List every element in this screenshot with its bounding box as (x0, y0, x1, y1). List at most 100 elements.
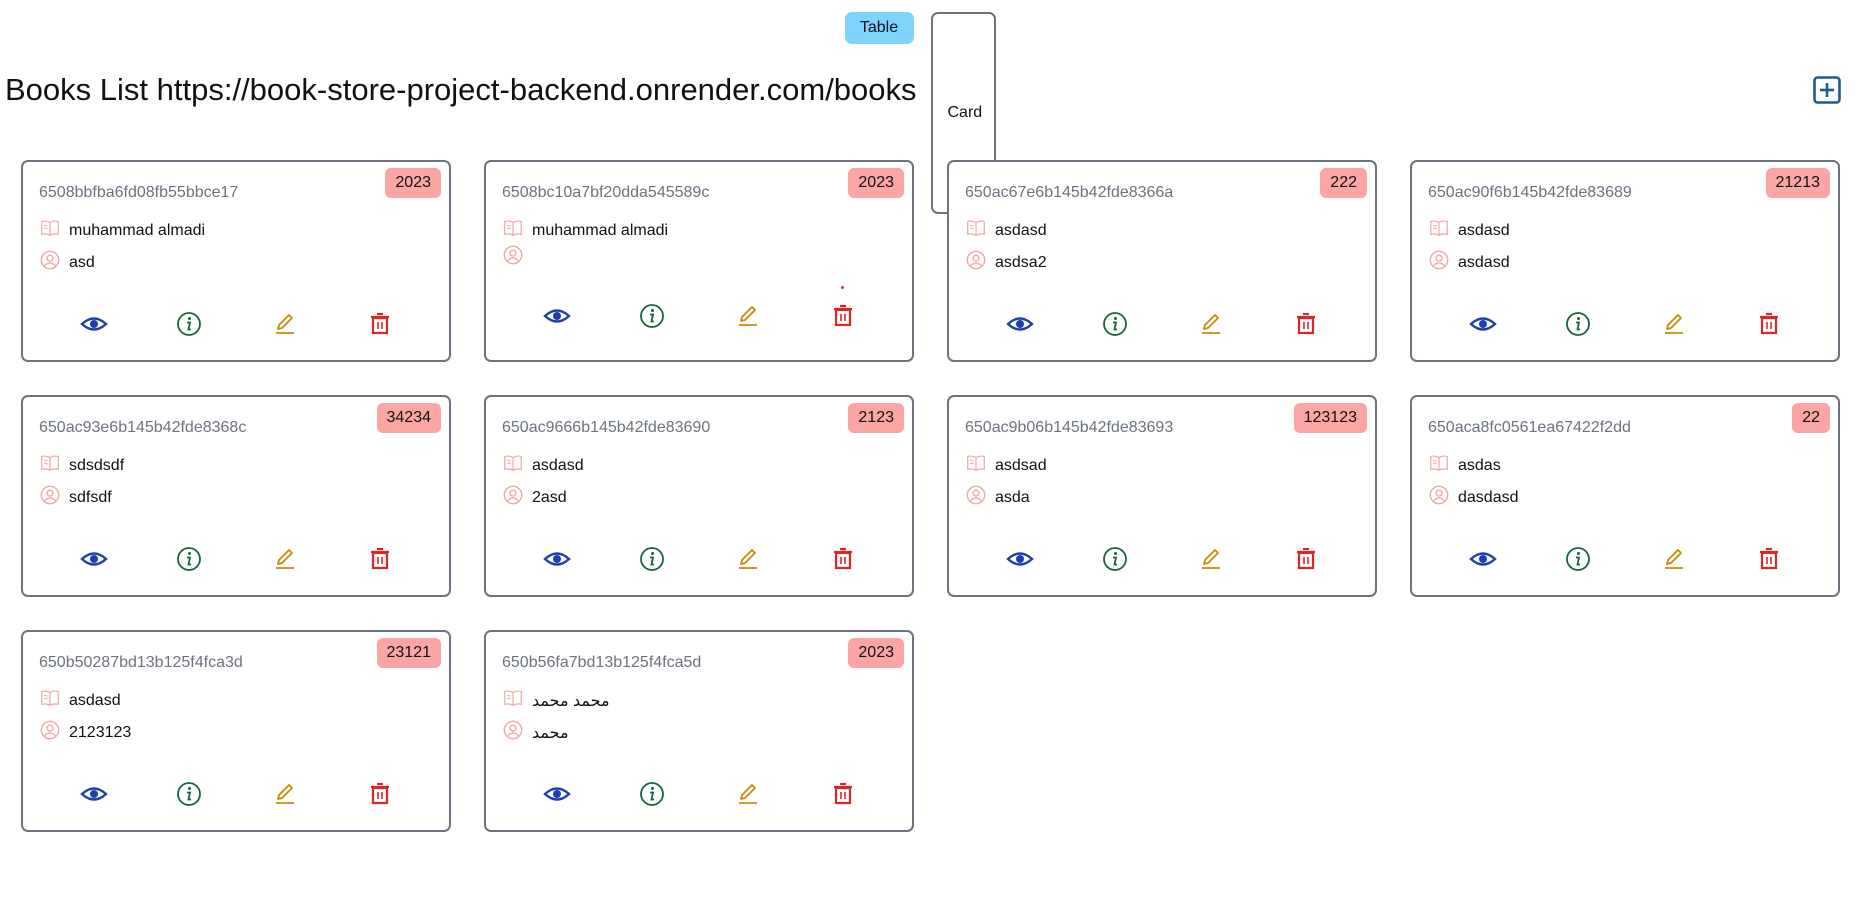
edit-pencil-icon[interactable] (1660, 310, 1686, 336)
eye-icon[interactable] (79, 780, 108, 806)
info-circle-icon[interactable] (638, 545, 665, 571)
edit-pencil-icon[interactable] (271, 310, 297, 336)
eye-icon[interactable] (1468, 545, 1497, 571)
book-title: asdasd (532, 456, 584, 474)
publish-year-badge: 2023 (848, 638, 904, 668)
book-title: muhammad almadi (532, 221, 669, 239)
trash-icon[interactable] (1292, 545, 1318, 571)
info-circle-icon[interactable] (638, 780, 665, 806)
publish-year-badge: 22 (1792, 403, 1830, 433)
book-title-row: محمد محمد (502, 687, 610, 714)
user-circle-icon (39, 719, 61, 746)
trash-icon[interactable] (1755, 310, 1781, 336)
book-card: 21213 650ac90f6b145b42fde83689 asdasd asdas… (1410, 160, 1840, 362)
book-title: asdsad (995, 456, 1047, 474)
book-title-row: asdsad (965, 452, 1047, 479)
trash-icon[interactable] (366, 310, 392, 336)
user-circle-icon (502, 244, 524, 271)
book-author-row: asd (39, 249, 95, 276)
info-circle-icon[interactable] (175, 310, 202, 336)
edit-pencil-icon[interactable] (734, 302, 760, 328)
book-title-row: asdasd (1428, 217, 1510, 244)
book-title-row: asdasd (39, 687, 121, 714)
eye-icon[interactable] (1005, 310, 1034, 336)
book-icon (39, 217, 61, 244)
trash-icon[interactable] (829, 545, 855, 571)
info-circle-icon[interactable] (1101, 545, 1128, 571)
trash-icon[interactable] (829, 302, 855, 328)
eye-icon[interactable] (79, 545, 108, 571)
edit-pencil-icon[interactable] (271, 780, 297, 806)
book-title-row: asdas (1428, 452, 1501, 479)
book-author: 2asd (532, 488, 567, 506)
book-author: asd (69, 253, 95, 271)
book-id: 650b50287bd13b125f4fca3d (39, 654, 243, 671)
edit-pencil-icon[interactable] (1197, 545, 1223, 571)
info-circle-icon[interactable] (638, 302, 665, 328)
trash-icon[interactable] (366, 780, 392, 806)
card-actions (486, 302, 912, 328)
book-id: 650aca8fc0561ea67422f2dd (1428, 419, 1631, 436)
book-icon (502, 687, 524, 714)
book-icon (1428, 452, 1450, 479)
edit-pencil-icon[interactable] (1197, 310, 1223, 336)
book-icon (502, 217, 524, 244)
book-id: 650b56fa7bd13b125f4fca5d (502, 654, 702, 671)
page-title: Books List https://book-store-project-ba… (5, 72, 917, 107)
eye-icon[interactable] (542, 302, 571, 328)
book-author-row: 2123123 (39, 719, 131, 746)
publish-year-badge: 123123 (1293, 403, 1367, 433)
card-actions (23, 780, 449, 806)
book-card: 22 650aca8fc0561ea67422f2dd asdas dasdasd (1410, 395, 1840, 597)
book-id: 650ac9b06b145b42fde83693 (965, 419, 1174, 436)
user-circle-icon (39, 249, 61, 276)
user-circle-icon (1428, 249, 1450, 276)
edit-pencil-icon[interactable] (271, 545, 297, 571)
edit-pencil-icon[interactable] (734, 545, 760, 571)
book-id: 650ac9666b145b42fde83690 (502, 419, 711, 436)
info-circle-icon[interactable] (175, 780, 202, 806)
eye-icon[interactable] (542, 780, 571, 806)
edit-pencil-icon[interactable] (1660, 545, 1686, 571)
trash-icon[interactable] (1292, 310, 1318, 336)
card-actions (949, 545, 1375, 571)
user-circle-icon (39, 484, 61, 511)
book-title: muhammad almadi (69, 221, 206, 239)
book-icon (39, 452, 61, 479)
user-circle-icon (1428, 484, 1450, 511)
info-circle-icon[interactable] (1101, 310, 1128, 336)
book-title-row: muhammad almadi (39, 217, 205, 244)
trash-icon[interactable] (829, 780, 855, 806)
plus-square-icon[interactable] (1812, 75, 1842, 105)
book-icon (965, 217, 987, 244)
book-title: محمد محمد (532, 692, 610, 710)
book-title-row: asdasd (502, 452, 584, 479)
card-actions (949, 310, 1375, 336)
eye-icon[interactable] (542, 545, 571, 571)
trash-icon[interactable] (1755, 545, 1781, 571)
book-card: 2023 6508bbfba6fd08fb55bbce17 muhammad alm… (21, 160, 451, 362)
eye-icon[interactable] (1005, 545, 1034, 571)
info-circle-icon[interactable] (175, 545, 202, 571)
trash-icon[interactable] (366, 545, 392, 571)
table-view-button[interactable]: Table (844, 12, 914, 44)
info-circle-icon[interactable] (1564, 310, 1591, 336)
book-author: dasdasd (1458, 488, 1519, 506)
book-title: asdas (1458, 456, 1501, 474)
book-card: 2023 650b56fa7bd13b125f4fca5d محمد محمد محم… (484, 630, 914, 832)
book-author-row: 2asd (502, 484, 567, 511)
book-title-row: sdsdsdf (39, 452, 124, 479)
edit-pencil-icon[interactable] (734, 780, 760, 806)
eye-icon[interactable] (1468, 310, 1497, 336)
card-actions (23, 545, 449, 571)
eye-icon[interactable] (79, 310, 108, 336)
book-author-row (502, 244, 532, 271)
info-circle-icon[interactable] (1564, 545, 1591, 571)
book-icon (39, 687, 61, 714)
book-icon (965, 452, 987, 479)
book-card-grid: 2023 6508bbfba6fd08fb55bbce17 muhammad alm… (21, 160, 1840, 832)
book-author-row: sdfsdf (39, 484, 112, 511)
book-author-row: asda (965, 484, 1030, 511)
user-circle-icon (965, 484, 987, 511)
book-card: 23121 650b50287bd13b125f4fca3d asdasd 21231… (21, 630, 451, 832)
